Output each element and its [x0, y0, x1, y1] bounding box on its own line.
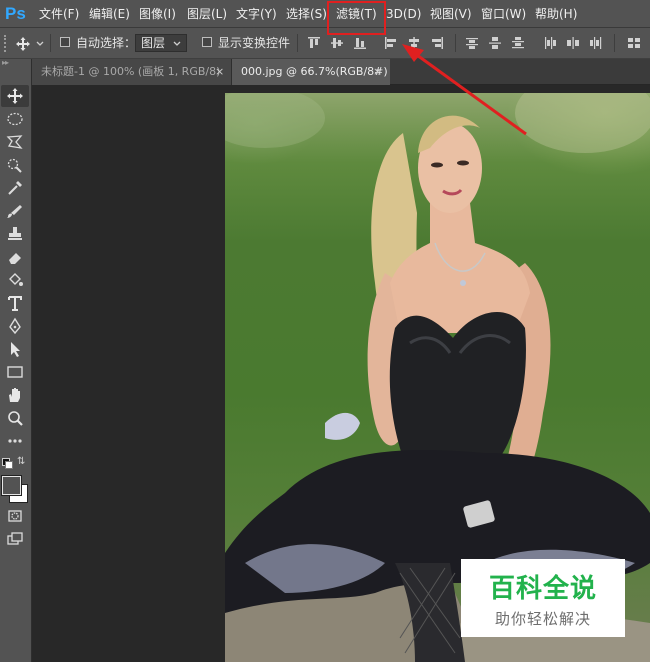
layer-dropdown-value: 图层	[141, 36, 166, 50]
hand-tool-icon[interactable]	[3, 386, 27, 406]
menu-type[interactable]: 文字(Y)	[236, 0, 277, 28]
distribute-right-icon[interactable]	[589, 36, 603, 50]
auto-align-layers-icon[interactable]	[627, 36, 641, 50]
brush-tool-icon[interactable]	[3, 202, 27, 222]
foreground-color-swatch[interactable]	[2, 476, 21, 495]
tab-label: 未标题-1 @ 100% (画板 1, RGB/8)	[41, 65, 221, 78]
menu-3d[interactable]: 3D(D)	[386, 0, 421, 28]
show-transform-checkbox[interactable]	[202, 37, 212, 47]
align-top-icon[interactable]	[307, 36, 321, 50]
eyedropper-tool-icon[interactable]	[3, 179, 27, 199]
menu-bar: Ps 文件(F) 编辑(E) 图像(I) 图层(L) 文字(Y) 选择(S) 滤…	[0, 0, 650, 28]
close-icon[interactable]: ×	[215, 59, 224, 84]
rectangle-tool-icon[interactable]	[3, 363, 27, 383]
distribute-horizontal-center-icon[interactable]	[566, 36, 580, 50]
tab-label: 000.jpg @ 66.7%(RGB/8#)	[241, 65, 388, 78]
move-icon[interactable]	[15, 36, 31, 52]
more-tools-icon[interactable]	[3, 432, 27, 452]
red-arrow-pointer	[402, 44, 527, 136]
show-transform-label: 显示变换控件	[218, 36, 291, 50]
menu-select[interactable]: 选择(S)	[286, 0, 327, 28]
tab-000-jpg[interactable]: 000.jpg @ 66.7%(RGB/8#) ×	[232, 59, 390, 85]
move-tool-icon[interactable]	[3, 87, 27, 107]
watermark-subtitle: 助你轻松解决	[494, 610, 591, 628]
menu-edit[interactable]: 编辑(E)	[89, 0, 130, 28]
options-bar-grip[interactable]	[4, 35, 12, 52]
stamp-tool-icon[interactable]	[3, 225, 27, 245]
tools-panel: ▸▸ ⇅	[0, 59, 32, 662]
document-tab-bar: 未标题-1 @ 100% (画板 1, RGB/8) × 000.jpg @ 6…	[32, 59, 650, 85]
menu-file[interactable]: 文件(F)	[39, 0, 79, 28]
screen-mode-icon[interactable]	[3, 530, 27, 550]
marquee-tool-icon[interactable]	[3, 110, 27, 130]
filter-menu-highlight-box	[327, 1, 386, 35]
watermark-title: 百科全说	[488, 574, 597, 604]
path-select-tool-icon[interactable]	[3, 340, 27, 360]
menu-window[interactable]: 窗口(W)	[481, 0, 526, 28]
auto-select-label: 自动选择：	[76, 36, 137, 50]
type-tool-icon[interactable]	[3, 294, 27, 314]
watermark-logo: 百科全说 助你轻松解决	[461, 559, 625, 637]
quick-select-tool-icon[interactable]	[3, 156, 27, 176]
distribute-left-icon[interactable]	[543, 36, 557, 50]
lasso-tool-icon[interactable]	[3, 133, 27, 153]
chevron-down-icon[interactable]	[36, 41, 44, 47]
eraser-tool-icon[interactable]	[3, 248, 27, 268]
chevron-down-icon	[173, 41, 181, 46]
auto-select-checkbox[interactable]	[60, 37, 70, 47]
layer-dropdown[interactable]: 图层	[135, 34, 187, 52]
align-bottom-icon[interactable]	[353, 36, 367, 50]
menu-view[interactable]: 视图(V)	[430, 0, 472, 28]
photoshop-logo: Ps	[5, 4, 26, 23]
align-vertical-center-icon[interactable]	[330, 36, 344, 50]
quick-mask-icon[interactable]	[3, 507, 27, 527]
menu-layer[interactable]: 图层(L)	[187, 0, 227, 28]
zoom-tool-icon[interactable]	[3, 409, 27, 429]
paint-bucket-tool-icon[interactable]	[3, 271, 27, 291]
swap-colors-icon[interactable]: ⇅	[17, 456, 25, 467]
tab-untitled-1[interactable]: 未标题-1 @ 100% (画板 1, RGB/8) ×	[32, 59, 232, 85]
options-bar: 自动选择： 图层 显示变换控件	[0, 28, 650, 59]
pen-tool-icon[interactable]	[3, 317, 27, 337]
menu-image[interactable]: 图像(I)	[139, 0, 176, 28]
collapse-panel-icon[interactable]: ▸▸	[2, 59, 29, 67]
default-colors-icon[interactable]	[2, 458, 13, 469]
menu-help[interactable]: 帮助(H)	[535, 0, 577, 28]
